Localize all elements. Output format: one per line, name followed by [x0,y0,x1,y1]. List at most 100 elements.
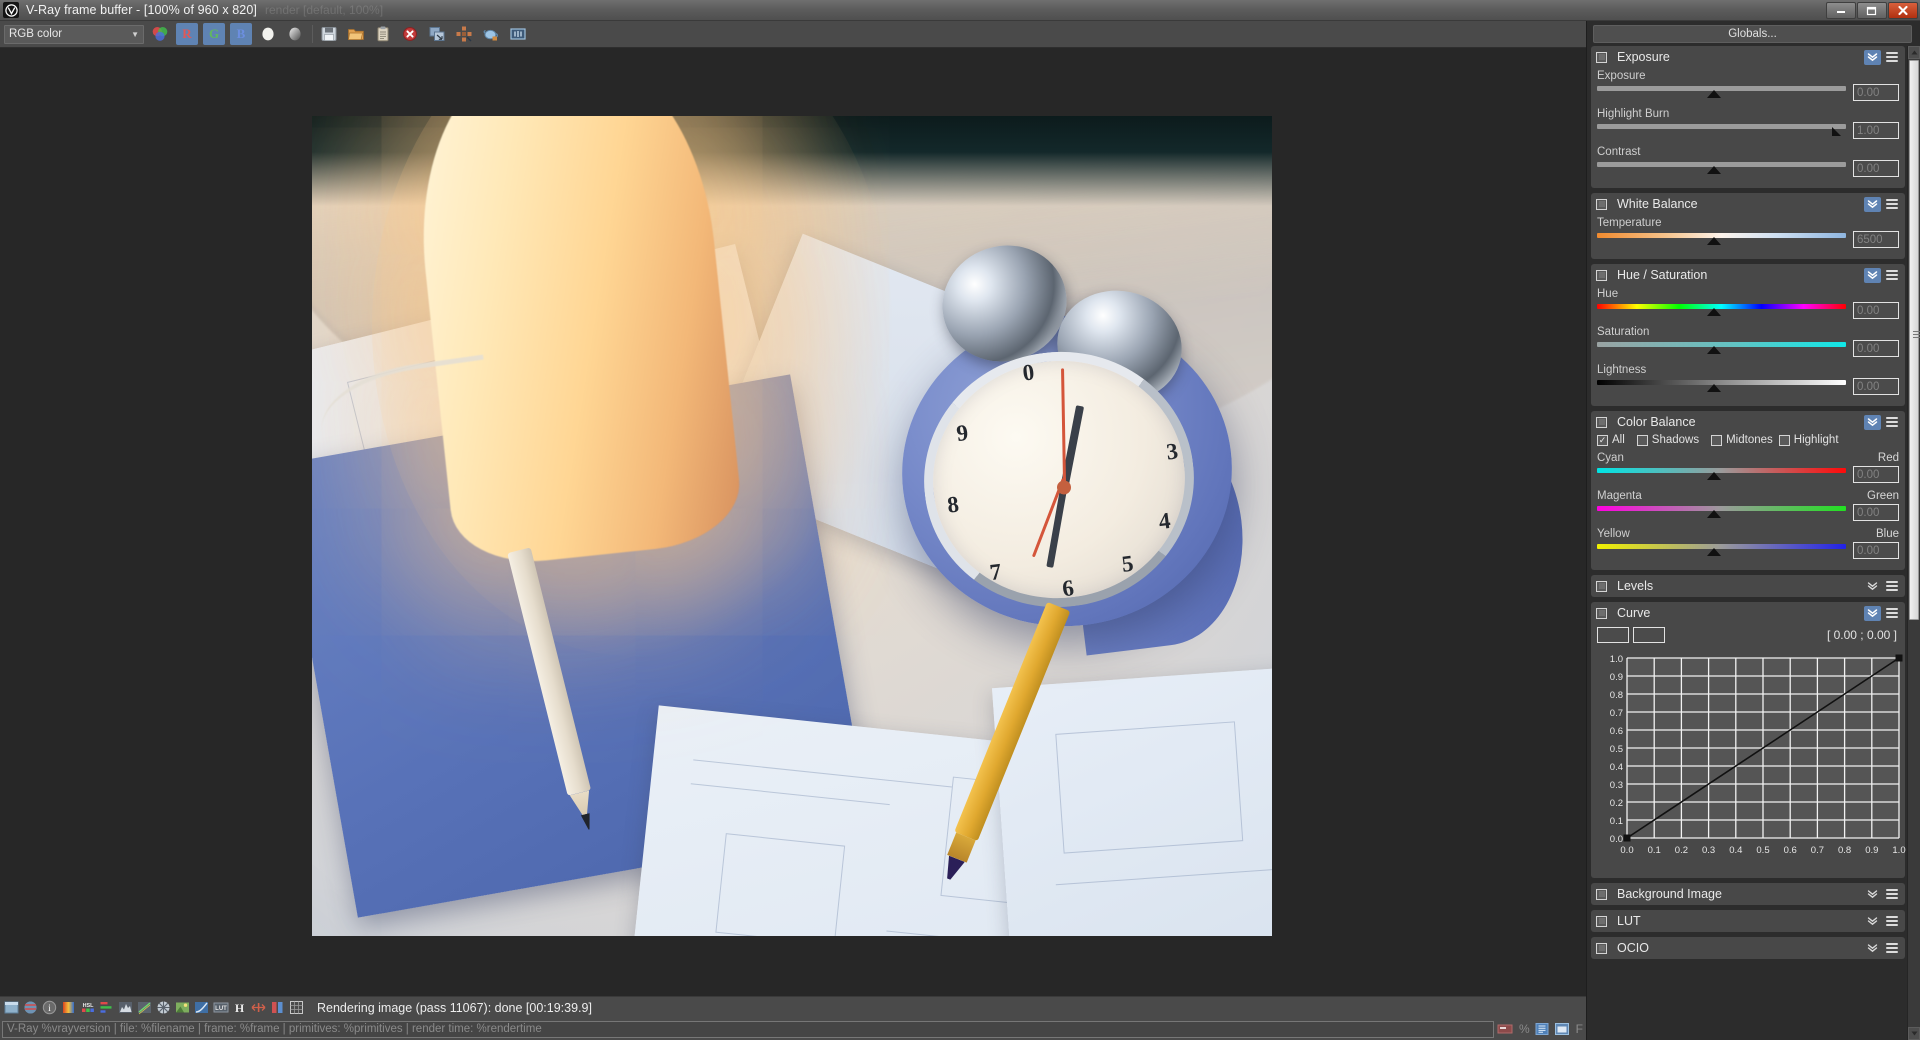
radio-highlight[interactable]: Highlight [1778,434,1839,446]
color-balance-enable-checkbox[interactable] [1596,416,1607,428]
saturation-value-field[interactable]: 0.00 [1853,340,1899,357]
exposure-slider-knob[interactable] [1707,90,1722,98]
color-levels-icon[interactable] [98,999,115,1016]
temperature-slider-knob[interactable] [1707,237,1722,245]
group-header-lut[interactable]: LUT [1591,910,1905,932]
lut-icon[interactable]: LUT [212,999,229,1016]
magenta-green-value-field[interactable]: 0.00 [1853,504,1899,521]
yellow-blue-slider-track[interactable] [1597,544,1846,549]
levels-enable-checkbox[interactable] [1596,580,1607,592]
group-header-hue-saturation[interactable]: Hue / Saturation [1591,264,1905,286]
ocio-enable-checkbox[interactable] [1596,942,1607,954]
scrollbar-thumb[interactable] [1909,60,1920,620]
radio-midtones[interactable]: Midtones [1711,434,1773,446]
clear-image-button[interactable] [399,23,421,45]
cyan-red-slider-track[interactable] [1597,468,1846,473]
highlight-burn-slider-knob[interactable] [1832,127,1842,136]
levels-menu-icon[interactable] [1884,579,1900,593]
stereo-view-button[interactable] [507,23,529,45]
ab-split-icon[interactable] [269,999,286,1016]
yellow-blue-slider-knob[interactable] [1707,548,1722,556]
temperature-value-field[interactable]: 6500 [1853,231,1899,248]
group-header-curve[interactable]: Curve [1591,602,1905,624]
highlight-burn-slider-track[interactable] [1597,124,1846,129]
hue-value-field[interactable]: 0.00 [1853,302,1899,319]
horizontal-icon[interactable]: H [231,999,248,1016]
duplicate-vfb-button[interactable] [426,23,448,45]
white-balance-expand-icon[interactable] [1864,196,1881,212]
ocio-menu-icon[interactable] [1884,941,1900,955]
curve-input-field-1[interactable] [1597,627,1629,643]
lut-enable-checkbox[interactable] [1596,915,1607,927]
panel-scrollbar[interactable] [1907,46,1920,1040]
background-image-menu-icon[interactable] [1884,887,1900,901]
gradient-icon[interactable] [60,999,77,1016]
restore-button[interactable] [1857,1,1887,19]
group-header-white-balance[interactable]: White Balance [1591,193,1905,215]
background-image-expand-icon[interactable] [1864,887,1881,902]
close-button[interactable] [1888,1,1918,19]
stamp-icon[interactable] [1496,1021,1514,1038]
scroll-up-arrow[interactable] [1908,46,1920,59]
background-image-enable-checkbox[interactable] [1596,888,1607,900]
load-image-button[interactable] [345,23,367,45]
lightness-value-field[interactable]: 0.00 [1853,378,1899,395]
radio-highlight-box[interactable] [1778,434,1790,446]
yellow-blue-value-field[interactable]: 0.00 [1853,542,1899,559]
channel-select-dropdown[interactable]: RGB color ▼ [4,24,144,44]
contrast-value-field[interactable]: 0.00 [1853,160,1899,177]
exposure-value-field[interactable]: 0.00 [1853,84,1899,101]
scroll-down-arrow[interactable] [1908,1027,1920,1040]
color-balance-menu-icon[interactable] [1884,415,1900,429]
vfb-window-icon[interactable] [1553,1021,1571,1038]
group-header-background-image[interactable]: Background Image [1591,883,1905,905]
color-channels-icon[interactable] [149,23,171,45]
background-icon[interactable] [174,999,191,1016]
blue-channel-button[interactable]: B [230,23,252,45]
curve-icon[interactable] [136,999,153,1016]
group-header-exposure[interactable]: Exposure [1591,46,1905,68]
saturation-slider-knob[interactable] [1707,346,1722,354]
curve-expand-icon[interactable] [1864,605,1881,621]
group-header-levels[interactable]: Levels [1591,575,1905,597]
info-icon[interactable]: i [41,999,58,1016]
hue-saturation-menu-icon[interactable] [1884,268,1900,282]
radio-midtones-box[interactable] [1711,434,1723,446]
magenta-green-slider-track[interactable] [1597,506,1846,511]
radio-all[interactable]: ✓ All [1597,434,1625,446]
magenta-green-slider-knob[interactable] [1707,510,1722,518]
ocio-expand-icon[interactable] [1864,941,1881,956]
alpha-channel-button[interactable] [257,23,279,45]
cyan-red-slider-knob[interactable] [1707,472,1722,480]
saturation-slider-track[interactable] [1597,342,1846,347]
curve-input-field-2[interactable] [1633,627,1665,643]
group-header-color-balance[interactable]: Color Balance [1591,411,1905,433]
temperature-slider-track[interactable] [1597,233,1846,238]
radio-shadows-box[interactable] [1636,434,1648,446]
percent-icon[interactable]: % [1516,1022,1533,1036]
render-history-icon[interactable] [3,999,20,1016]
lut-expand-icon[interactable] [1864,914,1881,929]
hue-saturation-enable-checkbox[interactable] [1596,269,1607,281]
lut-curve-icon[interactable] [193,999,210,1016]
lut-menu-icon[interactable] [1884,914,1900,928]
minimize-button[interactable] [1826,1,1856,19]
group-header-ocio[interactable]: OCIO [1591,937,1905,959]
hsl-icon[interactable]: HSL [79,999,96,1016]
exposure-expand-icon[interactable] [1864,49,1881,65]
curve-graph-svg[interactable]: 1.0 0.9 0.8 0.7 0.6 0.5 0.4 0.3 0.2 0.1 … [1597,650,1907,864]
copy-to-clipboard-button[interactable] [372,23,394,45]
fit-label[interactable]: F [1573,1022,1586,1036]
white-balance-menu-icon[interactable] [1884,197,1900,211]
lightness-slider-knob[interactable] [1707,384,1722,392]
radio-shadows[interactable]: Shadows [1636,434,1699,446]
curve-menu-icon[interactable] [1884,606,1900,620]
contrast-slider-track[interactable] [1597,162,1846,167]
contrast-slider-knob[interactable] [1707,166,1722,174]
save-image-button[interactable] [318,23,340,45]
histogram-icon[interactable] [117,999,134,1016]
lightness-slider-track[interactable] [1597,380,1846,385]
hue-slider-track[interactable] [1597,304,1846,309]
curve-enable-checkbox[interactable] [1596,607,1607,619]
stamp-text-input[interactable]: V-Ray %vrayversion | file: %filename | f… [2,1020,1494,1038]
